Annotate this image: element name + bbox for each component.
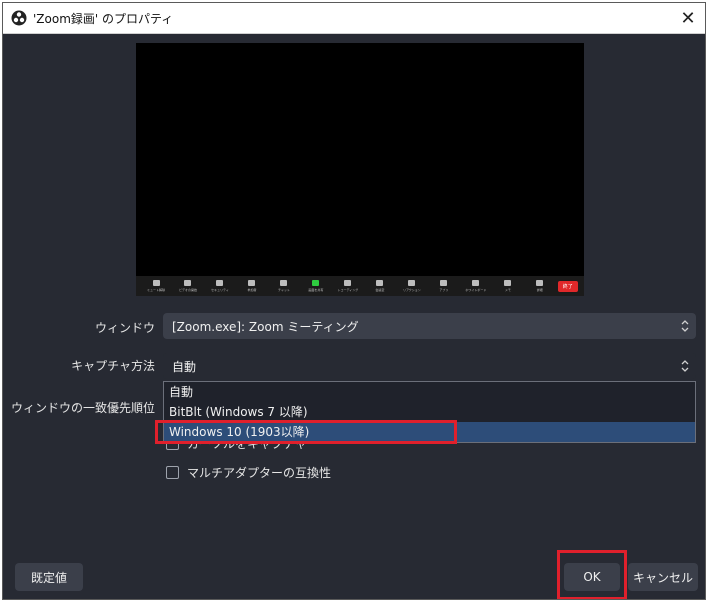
zoom-toolbar-label: アプリ (439, 288, 449, 292)
multi-adapter-checkbox[interactable] (166, 466, 179, 479)
zoom-toolbar-icon (216, 280, 224, 286)
zoom-end-button: 終了 (557, 280, 578, 292)
dropdown-option-auto[interactable]: 自動 (164, 382, 695, 402)
zoom-toolbar-button: 参加者 (238, 280, 266, 292)
zoom-toolbar-label: 詳細 (536, 288, 543, 292)
zoom-toolbar-icon (376, 280, 384, 286)
properties-dialog: 'Zoom録画' のプロパティ ✕ ミュート解除 ビデオの開始 セキュリティ 参加者 チ… (2, 2, 706, 600)
window-select[interactable]: [Zoom.exe]: Zoom ミーティング (163, 313, 696, 339)
obs-logo-icon (11, 10, 27, 26)
zoom-toolbar-label: レコーディング (337, 288, 359, 292)
capture-method-label: キャプチャ方法 (71, 359, 155, 373)
zoom-toolbar-button: メモ (494, 280, 522, 292)
zoom-toolbar-button: 画面を共有 (302, 280, 330, 292)
zoom-toolbar-icon (344, 280, 352, 286)
zoom-toolbar-icon (280, 280, 288, 286)
title-bar: 'Zoom録画' のプロパティ ✕ (3, 3, 705, 34)
window-title: 'Zoom録画' のプロパティ (33, 11, 174, 26)
zoom-toolbar-label: ホワイトボード (465, 288, 487, 292)
window-priority-label: ウィンドウの一致優先順位 (11, 401, 156, 415)
zoom-toolbar-button: ミュート解除 (142, 280, 170, 292)
zoom-toolbar-button: ホワイトボード (462, 280, 490, 292)
zoom-toolbar-label: チャット (277, 288, 290, 292)
cancel-button[interactable]: キャンセル (628, 563, 698, 591)
zoom-toolbar-label: 会議室 (375, 288, 385, 292)
zoom-toolbar-icon (248, 280, 256, 286)
chevron-updown-icon (681, 320, 689, 332)
zoom-toolbar-icon (184, 280, 192, 286)
zoom-toolbar-label: メモ (504, 288, 511, 292)
zoom-toolbar-label: 参加者 (247, 288, 257, 292)
zoom-toolbar-icon (408, 280, 416, 286)
close-icon[interactable]: ✕ (677, 7, 699, 29)
zoom-toolbar-button: 詳細 (526, 280, 554, 292)
zoom-toolbar-button: セキュリティ (206, 280, 234, 292)
zoom-toolbar-icon (440, 280, 448, 286)
zoom-toolbar-button: チャット (270, 280, 298, 292)
dropdown-option-windows10[interactable]: Windows 10 (1903以降) (164, 422, 695, 442)
capture-method-select[interactable]: 自動 (163, 353, 696, 379)
zoom-toolbar-icon (504, 280, 512, 286)
zoom-toolbar-button: リアクション (398, 280, 426, 292)
dropdown-option-bitblt[interactable]: BitBlt (Windows 7 以降) (164, 402, 695, 422)
zoom-toolbar-label: ビデオの開始 (178, 288, 197, 292)
zoom-toolbar-button: 会議室 (366, 280, 394, 292)
zoom-toolbar-icon (536, 280, 544, 286)
capture-method-dropdown: 自動 BitBlt (Windows 7 以降) Windows 10 (190… (163, 381, 696, 443)
multi-adapter-checkbox-row[interactable]: マルチアダプターの互換性 (166, 464, 331, 481)
ok-button[interactable]: OK (564, 563, 620, 591)
window-label: ウィンドウ (94, 321, 155, 335)
zoom-toolbar-button: ビデオの開始 (174, 280, 202, 292)
zoom-toolbar-button: レコーディング (334, 280, 362, 292)
zoom-toolbar-icon (312, 280, 320, 286)
defaults-button[interactable]: 既定値 (15, 563, 83, 591)
zoom-toolbar-label: 画面を共有 (308, 288, 324, 292)
zoom-toolbar-icon (152, 280, 160, 286)
capture-preview: ミュート解除 ビデオの開始 セキュリティ 参加者 チャット 画面を共有 レコーディング 会議室… (136, 43, 584, 296)
zoom-toolbar-icon (472, 280, 480, 286)
window-select-value: [Zoom.exe]: Zoom ミーティング (172, 319, 359, 334)
zoom-toolbar-label: ミュート解除 (146, 288, 165, 292)
capture-method-value: 自動 (172, 359, 197, 374)
multi-adapter-label: マルチアダプターの互換性 (187, 466, 332, 480)
chevron-updown-icon (681, 360, 689, 372)
zoom-toolbar-label: リアクション (402, 288, 421, 292)
zoom-toolbar: ミュート解除 ビデオの開始 セキュリティ 参加者 チャット 画面を共有 レコーディング 会議室… (136, 276, 584, 296)
zoom-toolbar-button: アプリ (430, 280, 458, 292)
zoom-toolbar-label: セキュリティ (211, 288, 229, 292)
